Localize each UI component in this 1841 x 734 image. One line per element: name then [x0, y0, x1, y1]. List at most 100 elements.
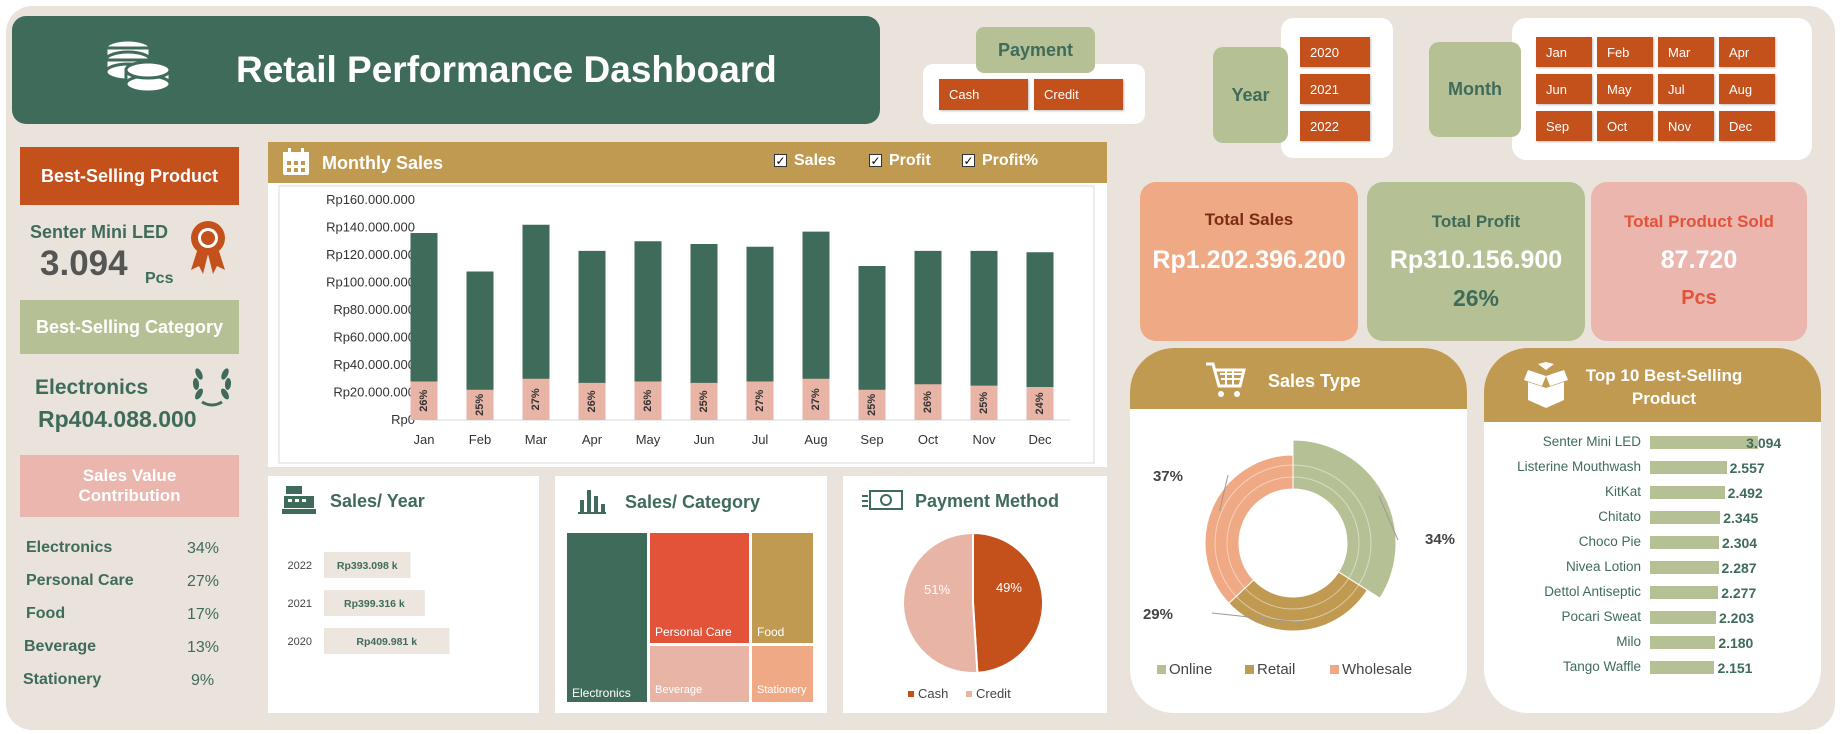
top10-item-name: KitKat: [1604, 484, 1641, 499]
profit-percent-label: 25%: [866, 394, 878, 416]
profit-percent-label: 27%: [810, 388, 822, 410]
sales-type-data-label: 34%: [1425, 531, 1455, 548]
payment-option-cash[interactable]: Cash: [939, 79, 1028, 110]
year-bar-label: Rp399.316 k: [344, 598, 405, 610]
toggle-sales-label: Sales: [794, 152, 836, 169]
top10-item-value: 2.287: [1721, 560, 1757, 576]
treemap-tile-electronics: Electronics: [567, 533, 647, 702]
payment-slice-cash: [972, 531, 1044, 674]
x-tick-label: Jul: [752, 432, 769, 447]
month-option-sep[interactable]: Sep: [1536, 111, 1592, 141]
year-bar-label: Rp409.981 k: [356, 636, 417, 648]
year-bar-label: Rp393.098 k: [337, 560, 398, 572]
top10-item-value: 2.151: [1717, 660, 1753, 676]
monthly-sales-chart: Rp0Rp20.000.000Rp40.000.000Rp60.000.000R…: [278, 185, 1095, 464]
sales-type-ring-online: [1292, 439, 1397, 599]
top10-item-name: Pocari Sweat: [1561, 609, 1641, 624]
x-tick-label: Aug: [804, 432, 827, 447]
x-tick-label: Jun: [694, 432, 715, 447]
toggle-profit-percent-checkbox[interactable]: ✓: [962, 154, 975, 168]
page-title: Retail Performance Dashboard: [236, 49, 777, 90]
month-option-feb[interactable]: Feb: [1597, 37, 1653, 67]
top10-item-name: Milo: [1616, 634, 1641, 649]
month-option-nov[interactable]: Nov: [1658, 111, 1714, 141]
y-tick-label: Rp80.000.000: [333, 302, 415, 317]
award-ribbon-icon: [191, 221, 225, 274]
top10-bar: [1650, 586, 1719, 599]
month-option-aug[interactable]: Aug: [1719, 74, 1775, 104]
contribution-row-name: Personal Care: [26, 572, 134, 589]
profit-percent-label: 26%: [642, 390, 654, 412]
calendar-icon: [283, 148, 309, 175]
top10-bar: [1650, 636, 1716, 649]
year-option-2021[interactable]: 2021: [1300, 74, 1370, 104]
kpi-profit-percent: 26%: [1452, 285, 1500, 311]
profit-percent-label: 25%: [978, 392, 990, 414]
sales-type-data-label: 29%: [1143, 606, 1173, 623]
payment-slice-credit: [902, 531, 979, 674]
payment-option-credit[interactable]: Credit: [1034, 79, 1123, 110]
month-option-mar[interactable]: Mar: [1658, 37, 1714, 67]
x-tick-label: Oct: [918, 432, 939, 447]
x-tick-label: Mar: [525, 432, 548, 447]
month-option-apr[interactable]: Apr: [1719, 37, 1775, 67]
year-tick-label: 2021: [288, 598, 312, 610]
sales-type-legend-label: Online: [1169, 661, 1212, 678]
profit-percent-label: 25%: [474, 394, 486, 416]
payment-slicer-label: Payment: [976, 27, 1095, 73]
toggle-profit-checkbox[interactable]: ✓: [869, 154, 882, 168]
top10-item-name: Nivea Lotion: [1565, 559, 1641, 574]
sales-type-legend-swatch: [1245, 665, 1254, 674]
best-product-label: Best-Selling Product: [20, 147, 239, 205]
top10-item-name: Choco Pie: [1578, 534, 1641, 549]
best-category-label: Best-Selling Category: [20, 300, 239, 354]
month-option-dec[interactable]: Dec: [1719, 111, 1775, 141]
month-option-jan[interactable]: Jan: [1536, 37, 1592, 67]
top10-bar: [1650, 611, 1716, 624]
profit-percent-label: 24%: [1034, 392, 1046, 414]
coins-stack-icon: [104, 38, 172, 94]
y-tick-label: Rp40.000.000: [333, 357, 415, 372]
top10-item-name: Senter Mini LED: [1542, 434, 1641, 449]
top10-item-value: 3.094: [1746, 435, 1782, 451]
year-option-2020[interactable]: 2020: [1300, 37, 1370, 67]
kpi-total-profit-value: Rp310.156.900: [1389, 246, 1563, 274]
month-option-may[interactable]: May: [1597, 74, 1653, 104]
contribution-label: Sales Value Contribution: [20, 455, 239, 517]
x-tick-label: Dec: [1028, 432, 1052, 447]
year-option-2022[interactable]: 2022: [1300, 111, 1370, 141]
toggle-sales-checkbox[interactable]: ✓: [774, 154, 787, 168]
sales-year-chart: 2022 Rp393.098 k 2021 Rp399.316 k 2020 Rp409.…: [288, 552, 450, 654]
sales-category-title: Sales/ Category: [625, 492, 761, 512]
month-option-jul[interactable]: Jul: [1658, 74, 1714, 104]
contribution-row-pct: 17%: [187, 606, 220, 623]
x-tick-label: May: [636, 432, 661, 447]
contribution-row-name: Stationery: [23, 671, 102, 688]
month-option-oct[interactable]: Oct: [1597, 111, 1653, 141]
x-tick-label: Apr: [582, 432, 603, 447]
shopping-cart-icon: [1206, 362, 1246, 397]
treemap-tile-label: Personal Care: [655, 625, 732, 639]
top10-item-value: 2.345: [1723, 510, 1759, 526]
top10-item-name: Listerine Mouthwash: [1517, 459, 1641, 474]
sales-type-title: Sales Type: [1268, 371, 1361, 391]
treemap-tile-label: Stationery: [757, 684, 807, 696]
sales-type-ring-wholesale: [1204, 454, 1294, 604]
sales-type-legend-label: Wholesale: [1342, 661, 1412, 678]
top10-item-value: 2.557: [1729, 460, 1765, 476]
laurel-wreath-icon: [192, 368, 232, 407]
kpi-total-profit-card: Total Profit Rp310.156.900 26%: [1367, 182, 1585, 341]
toggle-profit-percent-label: Profit%: [982, 152, 1038, 169]
month-option-jun[interactable]: Jun: [1536, 74, 1592, 104]
sales-type-legend-swatch: [1157, 665, 1166, 674]
y-tick-label: Rp100.000.000: [326, 275, 415, 290]
treemap-tile-stationery: Stationery: [752, 646, 813, 702]
contribution-row-name: Food: [26, 605, 66, 622]
kpi-total-sales-card: Total Sales Rp1.202.396.200: [1140, 182, 1358, 341]
best-category-name: Electronics: [35, 376, 149, 399]
payment-method-chart: 49% 51% Cash Credit: [902, 531, 1044, 701]
kpi-total-sold-card: Total Product Sold 87.720 Pcs: [1591, 182, 1807, 341]
year-slicer-label: Year: [1213, 47, 1288, 143]
top10-item-value: 2.492: [1727, 485, 1763, 501]
top10-bar: [1650, 536, 1720, 549]
